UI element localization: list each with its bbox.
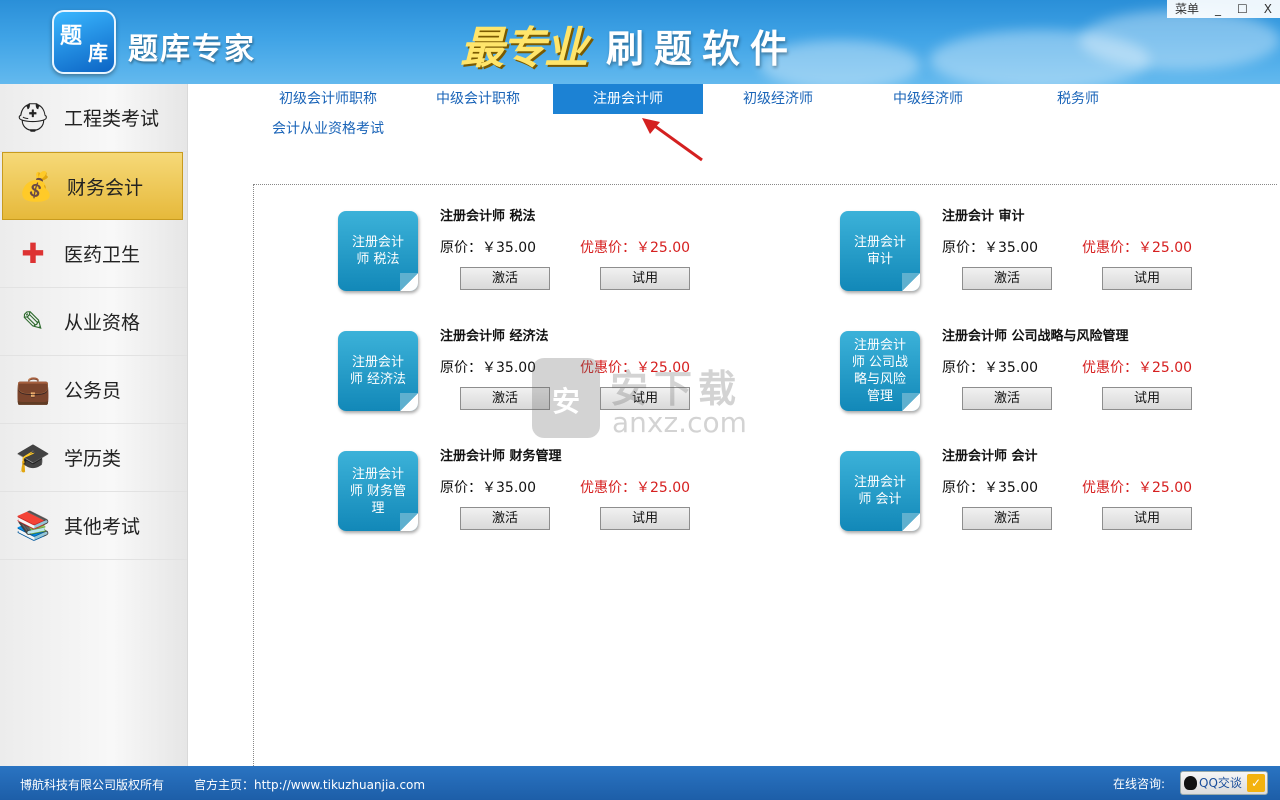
- activate-button[interactable]: 激活: [962, 507, 1052, 530]
- tab-junior-accountant[interactable]: 初级会计师职称: [253, 84, 403, 114]
- product-title: 注册会计师 会计: [942, 449, 1038, 464]
- menu-button[interactable]: 菜单: [1167, 0, 1207, 18]
- copyright-text: 博航科技有限公司版权所有: [20, 778, 165, 792]
- trial-button[interactable]: 试用: [1102, 387, 1192, 410]
- product-icon: 注册会计师 公司战略与风险管理: [840, 331, 920, 411]
- sidebar-item-finance[interactable]: 💰 财务会计: [2, 152, 183, 220]
- minimize-button[interactable]: _: [1207, 0, 1229, 18]
- activate-button[interactable]: 激活: [460, 267, 550, 290]
- homepage-link[interactable]: 官方主页：http://www.tikuzhuanjia.com: [194, 776, 425, 793]
- qq-button-label: QQ交谈: [1199, 776, 1242, 790]
- product-icon: 注册会计师 经济法: [338, 331, 418, 411]
- activate-button[interactable]: 激活: [962, 267, 1052, 290]
- tab-cpa[interactable]: 注册会计师: [553, 84, 703, 114]
- briefcase-icon: 💼: [15, 373, 51, 406]
- red-arrow-annotation: [642, 118, 703, 162]
- activate-button[interactable]: 激活: [460, 507, 550, 530]
- sidebar-item-label: 工程类考试: [64, 108, 160, 130]
- product-icon: 注册会计 审计: [840, 211, 920, 291]
- app-title: 题库专家: [128, 32, 256, 67]
- logo-char-2: 库: [88, 41, 108, 65]
- trial-button[interactable]: 试用: [1102, 267, 1192, 290]
- trial-button[interactable]: 试用: [600, 267, 690, 290]
- cloud-decoration: [1080, 10, 1280, 70]
- window-controls: 菜单 _ ☐ X: [1166, 0, 1280, 18]
- tab-tax-advisor[interactable]: 税务师: [1003, 84, 1153, 114]
- sidebar-item-civil-servant[interactable]: 💼 公务员: [0, 356, 187, 424]
- discount-price: 优惠价：￥25.00: [1082, 360, 1193, 376]
- header-slogan: 刷题软件: [606, 27, 799, 71]
- watermark-text: 安下载: [610, 367, 743, 411]
- money-bag-icon: 💰: [18, 169, 54, 203]
- original-price: 原价：￥35.00: [440, 360, 537, 376]
- product-card: 注册会计师 财务管理 注册会计师 财务管理 原价：￥35.00 优惠价：￥25.…: [338, 445, 718, 545]
- original-price: 原价：￥35.00: [942, 240, 1039, 256]
- sidebar-item-engineering[interactable]: ⛑ 工程类考试: [0, 84, 187, 152]
- sidebar-item-label: 公务员: [64, 380, 122, 402]
- graduation-cap-icon: 🎓: [15, 441, 51, 474]
- sidebar-item-label: 学历类: [64, 448, 122, 470]
- activate-button[interactable]: 激活: [962, 387, 1052, 410]
- app-logo: 题 库: [52, 10, 116, 74]
- product-card: 注册会计师 公司战略与风险管理 注册会计师 公司战略与风险管理 原价：￥35.0…: [840, 325, 1220, 425]
- shield-char: 安: [552, 385, 581, 418]
- maximize-button[interactable]: ☐: [1229, 0, 1256, 18]
- close-button[interactable]: X: [1256, 0, 1280, 18]
- product-title: 注册会计 审计: [942, 209, 1025, 224]
- sidebar-item-medical[interactable]: ✚ 医药卫生: [0, 220, 187, 288]
- product-card: 注册会计 审计 注册会计 审计 原价：￥35.00 优惠价：￥25.00 激活 …: [840, 205, 1220, 305]
- qq-penguin-icon: [1184, 776, 1197, 790]
- original-price: 原价：￥35.00: [440, 480, 537, 496]
- discount-price: 优惠价：￥25.00: [1082, 240, 1193, 256]
- books-icon: 📚: [15, 509, 51, 542]
- discount-price: 优惠价：￥25.00: [1082, 480, 1193, 496]
- shield-icon: 安: [532, 358, 600, 438]
- product-panel: 注册会计师 税法 注册会计师 税法 原价：￥35.00 优惠价：￥25.00 激…: [253, 184, 1277, 766]
- product-title: 注册会计师 经济法: [440, 329, 549, 344]
- original-price: 原价：￥35.00: [942, 480, 1039, 496]
- tab-accounting-qualification[interactable]: 会计从业资格考试: [253, 114, 403, 144]
- sidebar-item-label: 财务会计: [67, 176, 144, 199]
- sidebar-item-qualification[interactable]: ✎ 从业资格: [0, 288, 187, 356]
- discount-price: 优惠价：￥25.00: [580, 480, 691, 496]
- trial-button[interactable]: 试用: [600, 507, 690, 530]
- trial-button[interactable]: 试用: [1102, 507, 1192, 530]
- watermark: 安 安下载 anxz.com: [532, 358, 752, 439]
- qq-chat-button[interactable]: QQ交谈 ✓: [1180, 771, 1268, 795]
- product-title: 注册会计师 公司战略与风险管理: [942, 329, 1129, 344]
- product-icon: 注册会计师 财务管理: [338, 451, 418, 531]
- product-icon: 注册会计师 税法: [338, 211, 418, 291]
- original-price: 原价：￥35.00: [942, 360, 1039, 376]
- product-title: 注册会计师 财务管理: [440, 449, 562, 464]
- sidebar-item-label: 医药卫生: [64, 244, 141, 266]
- check-icon: ✓: [1247, 774, 1265, 792]
- sidebar-item-other[interactable]: 📚 其他考试: [0, 492, 187, 560]
- app-header: 题 库 题库专家 最专业 刷题软件 菜单 _ ☐ X: [0, 0, 1280, 84]
- hardhat-icon: ⛑: [15, 101, 51, 134]
- sidebar-item-label: 其他考试: [64, 516, 141, 538]
- tab-intermediate-accountant[interactable]: 中级会计职称: [403, 84, 553, 114]
- discount-price: 优惠价：￥25.00: [580, 240, 691, 256]
- product-title: 注册会计师 税法: [440, 209, 536, 224]
- sidebar-item-education[interactable]: 🎓 学历类: [0, 424, 187, 492]
- tab-intermediate-economist[interactable]: 中级经济师: [853, 84, 1003, 114]
- category-sidebar: ⛑ 工程类考试 💰 财务会计 ✚ 医药卫生 ✎ 从业资格 💼 公务员 🎓 学历类…: [0, 84, 188, 766]
- brand-logo: 最专业: [460, 23, 588, 74]
- medical-kit-icon: ✚: [21, 237, 45, 270]
- online-consult-label: 在线咨询:: [1113, 777, 1166, 791]
- logo-char-1: 题: [60, 24, 83, 49]
- tab-junior-economist[interactable]: 初级经济师: [703, 84, 853, 114]
- sidebar-item-label: 从业资格: [64, 312, 141, 334]
- product-icon: 注册会计师 会计: [840, 451, 920, 531]
- chalkboard-icon: ✎: [21, 305, 45, 338]
- original-price: 原价：￥35.00: [440, 240, 537, 256]
- product-card: 注册会计师 税法 注册会计师 税法 原价：￥35.00 优惠价：￥25.00 激…: [338, 205, 718, 305]
- app-footer: 博航科技有限公司版权所有 官方主页：http://www.tikuzhuanji…: [0, 766, 1280, 800]
- watermark-domain: anxz.com: [612, 406, 747, 439]
- product-card: 注册会计师 会计 注册会计师 会计 原价：￥35.00 优惠价：￥25.00 激…: [840, 445, 1220, 545]
